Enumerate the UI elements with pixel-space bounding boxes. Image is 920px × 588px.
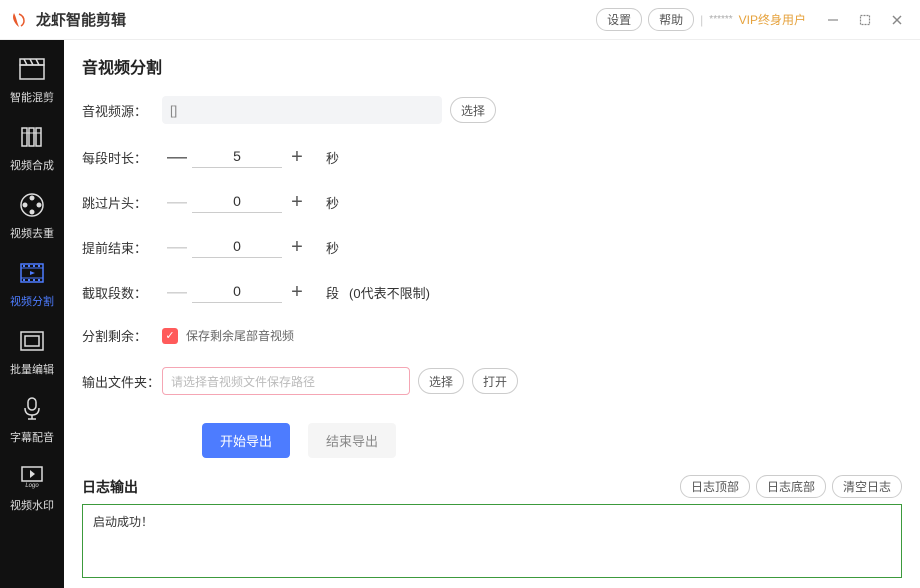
segment-count-decrement[interactable]: — xyxy=(162,281,192,304)
log-output[interactable]: 启动成功！ xyxy=(82,504,902,578)
log-top-button[interactable]: 日志顶部 xyxy=(680,475,750,498)
source-select-button[interactable]: 选择 xyxy=(450,97,496,123)
page-title: 音视频分割 xyxy=(82,54,902,78)
sidebar-item-label: 视频合成 xyxy=(10,157,54,173)
clapperboard-icon xyxy=(18,55,46,83)
segment-count-hint: (0代表不限制) xyxy=(349,283,430,302)
user-name: ****** xyxy=(709,14,732,25)
segment-count-row: 截取段数： — 0 + 段 (0代表不限制) xyxy=(82,281,902,304)
sidebar-item-label: 视频去重 xyxy=(10,225,54,241)
microphone-icon xyxy=(18,395,46,423)
remain-row: 分割剩余： ✓ 保存剩余尾部音视频 xyxy=(82,326,902,345)
early-end-row: 提前结束： — 0 + 秒 xyxy=(82,236,902,259)
books-icon xyxy=(18,123,46,151)
remain-checkbox-label: 保存剩余尾部音视频 xyxy=(186,327,294,344)
skip-head-increment[interactable]: + xyxy=(282,191,312,214)
segment-length-row: 每段时长： — 5 + 秒 xyxy=(82,146,902,169)
early-end-label: 提前结束： xyxy=(82,238,162,257)
segment-length-label: 每段时长： xyxy=(82,148,162,167)
early-end-unit: 秒 xyxy=(326,238,339,257)
help-button[interactable]: 帮助 xyxy=(648,8,694,31)
segment-length-increment[interactable]: + xyxy=(282,146,312,169)
play-logo-icon: Logo xyxy=(18,463,46,491)
segment-length-value[interactable]: 5 xyxy=(192,148,282,168)
maximize-button[interactable] xyxy=(852,7,878,33)
early-end-value[interactable]: 0 xyxy=(192,238,282,258)
remain-checkbox[interactable]: ✓ xyxy=(162,328,178,344)
segment-length-decrement[interactable]: — xyxy=(162,146,192,169)
source-label: 音视频源： xyxy=(82,101,162,120)
skip-head-unit: 秒 xyxy=(326,193,339,212)
settings-button[interactable]: 设置 xyxy=(596,8,642,31)
skip-head-label: 跳过片头： xyxy=(82,193,162,212)
app-logo-icon xyxy=(10,11,28,29)
skip-head-decrement[interactable]: — xyxy=(162,191,192,214)
main-panel: 音视频分割 音视频源： [] 选择 每段时长： — 5 + 秒 跳过片头： — xyxy=(64,40,920,588)
early-end-increment[interactable]: + xyxy=(282,236,312,259)
output-folder-input[interactable]: 请选择音视频文件保存路径 xyxy=(162,367,410,395)
segment-count-value[interactable]: 0 xyxy=(192,283,282,303)
svg-text:Logo: Logo xyxy=(25,483,39,489)
sidebar-item-video-split[interactable]: 视频分割 xyxy=(0,250,64,318)
sidebar-item-batch-edit[interactable]: 批量编辑 xyxy=(0,318,64,386)
segment-count-unit: 段 xyxy=(326,283,339,302)
sidebar-item-label: 视频分割 xyxy=(10,293,54,309)
segment-count-increment[interactable]: + xyxy=(282,281,312,304)
sidebar-item-label: 字幕配音 xyxy=(10,429,54,445)
sidebar-item-smart-mix[interactable]: 智能混剪 xyxy=(0,46,64,114)
minimize-button[interactable] xyxy=(820,7,846,33)
output-open-button[interactable]: 打开 xyxy=(472,368,518,394)
sidebar-item-watermark[interactable]: Logo 视频水印 xyxy=(0,454,64,522)
filmstrip-icon xyxy=(18,259,46,287)
divider: | xyxy=(700,13,703,27)
sidebar: 智能混剪 视频合成 视频去重 视频分割 批量编辑 xyxy=(0,40,64,588)
sidebar-item-subtitle-dub[interactable]: 字幕配音 xyxy=(0,386,64,454)
source-row: 音视频源： [] 选择 xyxy=(82,96,902,124)
sidebar-item-label: 视频水印 xyxy=(10,497,54,513)
app-title: 龙虾智能剪辑 xyxy=(36,9,596,30)
segment-count-label: 截取段数： xyxy=(82,283,162,302)
start-export-button[interactable]: 开始导出 xyxy=(202,423,290,458)
film-reel-icon xyxy=(18,191,46,219)
vip-badge: VIP终身用户 xyxy=(739,11,806,28)
remain-label: 分割剩余： xyxy=(82,326,162,345)
log-section: 日志输出 日志顶部 日志底部 清空日志 启动成功！ xyxy=(82,465,902,578)
segment-length-unit: 秒 xyxy=(326,148,339,167)
source-input[interactable]: [] xyxy=(162,96,442,124)
skip-head-row: 跳过片头： — 0 + 秒 xyxy=(82,191,902,214)
output-row: 输出文件夹： 请选择音视频文件保存路径 选择 打开 xyxy=(82,367,902,395)
skip-head-value[interactable]: 0 xyxy=(192,193,282,213)
log-clear-button[interactable]: 清空日志 xyxy=(832,475,902,498)
end-export-button[interactable]: 结束导出 xyxy=(308,423,396,458)
early-end-decrement[interactable]: — xyxy=(162,236,192,259)
log-bottom-button[interactable]: 日志底部 xyxy=(756,475,826,498)
frame-icon xyxy=(18,327,46,355)
sidebar-item-label: 智能混剪 xyxy=(10,89,54,105)
close-button[interactable] xyxy=(884,7,910,33)
output-label: 输出文件夹： xyxy=(82,372,162,391)
sidebar-item-label: 批量编辑 xyxy=(10,361,54,377)
titlebar: 龙虾智能剪辑 设置 帮助 | ****** VIP终身用户 xyxy=(0,0,920,40)
sidebar-item-video-dedup[interactable]: 视频去重 xyxy=(0,182,64,250)
log-title: 日志输出 xyxy=(82,477,680,497)
sidebar-item-video-compose[interactable]: 视频合成 xyxy=(0,114,64,182)
output-select-button[interactable]: 选择 xyxy=(418,368,464,394)
